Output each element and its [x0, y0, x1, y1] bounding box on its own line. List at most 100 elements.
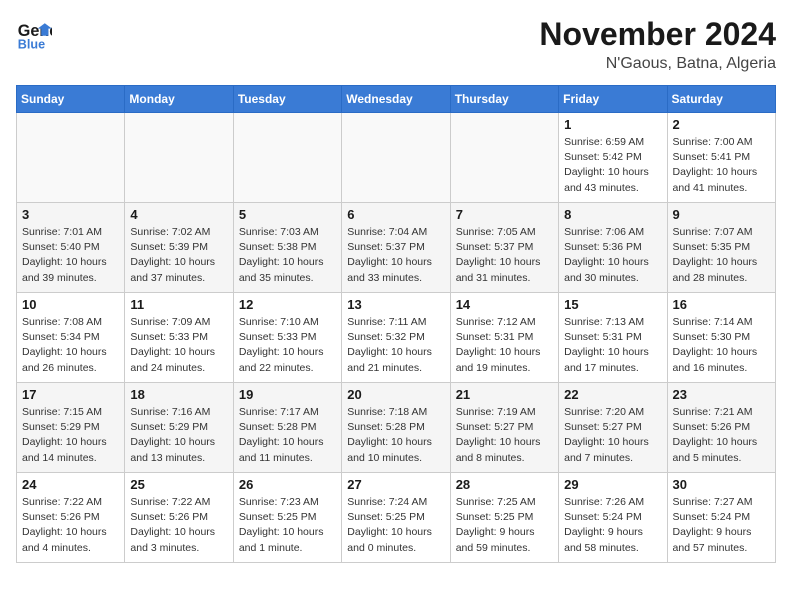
day-number: 5: [239, 207, 336, 222]
day-info: Sunrise: 7:07 AMSunset: 5:35 PMDaylight:…: [673, 225, 770, 286]
day-number: 10: [22, 297, 119, 312]
day-info: Sunrise: 7:26 AMSunset: 5:24 PMDaylight:…: [564, 495, 661, 556]
calendar-cell: 6 Sunrise: 7:04 AMSunset: 5:37 PMDaylight…: [342, 203, 450, 293]
calendar-cell: 27 Sunrise: 7:24 AMSunset: 5:25 PMDayligh…: [342, 473, 450, 563]
day-number: 2: [673, 117, 770, 132]
day-number: 11: [130, 297, 227, 312]
calendar-cell: 13 Sunrise: 7:11 AMSunset: 5:32 PMDayligh…: [342, 293, 450, 383]
day-number: 6: [347, 207, 444, 222]
calendar-cell: 22 Sunrise: 7:20 AMSunset: 5:27 PMDayligh…: [559, 383, 667, 473]
calendar-cell: 9 Sunrise: 7:07 AMSunset: 5:35 PMDaylight…: [667, 203, 775, 293]
title-area: November 2024 N'Gaous, Batna, Algeria: [539, 16, 776, 73]
day-info: Sunrise: 7:02 AMSunset: 5:39 PMDaylight:…: [130, 225, 227, 286]
logo-icon: General Blue: [16, 16, 52, 52]
day-info: Sunrise: 7:17 AMSunset: 5:28 PMDaylight:…: [239, 405, 336, 466]
calendar-cell: 8Sunrise: 7:06 AMSunset: 5:36 PMDaylight…: [559, 203, 667, 293]
day-info: Sunrise: 7:24 AMSunset: 5:25 PMDaylight:…: [347, 495, 444, 556]
day-info: Sunrise: 7:21 AMSunset: 5:26 PMDaylight:…: [673, 405, 770, 466]
calendar-cell: [17, 113, 125, 203]
calendar-cell: [125, 113, 233, 203]
day-number: 12: [239, 297, 336, 312]
day-info: Sunrise: 7:22 AMSunset: 5:26 PMDaylight:…: [130, 495, 227, 556]
day-number: 30: [673, 477, 770, 492]
day-number: 16: [673, 297, 770, 312]
month-title: November 2024: [539, 16, 776, 53]
calendar-cell: 3 Sunrise: 7:01 AMSunset: 5:40 PMDaylight…: [17, 203, 125, 293]
day-info: Sunrise: 7:09 AMSunset: 5:33 PMDaylight:…: [130, 315, 227, 376]
day-info: Sunrise: 7:16 AMSunset: 5:29 PMDaylight:…: [130, 405, 227, 466]
calendar-cell: 28Sunrise: 7:25 AMSunset: 5:25 PMDayligh…: [450, 473, 558, 563]
day-number: 14: [456, 297, 553, 312]
calendar-cell: 4 Sunrise: 7:02 AMSunset: 5:39 PMDaylight…: [125, 203, 233, 293]
calendar-cell: 30 Sunrise: 7:27 AMSunset: 5:24 PMDayligh…: [667, 473, 775, 563]
day-info: Sunrise: 6:59 AMSunset: 5:42 PMDaylight:…: [564, 135, 661, 196]
calendar-cell: 11 Sunrise: 7:09 AMSunset: 5:33 PMDayligh…: [125, 293, 233, 383]
calendar-cell: 24 Sunrise: 7:22 AMSunset: 5:26 PMDayligh…: [17, 473, 125, 563]
day-info: Sunrise: 7:12 AMSunset: 5:31 PMDaylight:…: [456, 315, 553, 376]
calendar-cell: 12 Sunrise: 7:10 AMSunset: 5:33 PMDayligh…: [233, 293, 341, 383]
calendar-cell: 17 Sunrise: 7:15 AMSunset: 5:29 PMDayligh…: [17, 383, 125, 473]
day-number: 18: [130, 387, 227, 402]
calendar-week-row: 24 Sunrise: 7:22 AMSunset: 5:26 PMDayligh…: [17, 473, 776, 563]
day-info: Sunrise: 7:15 AMSunset: 5:29 PMDaylight:…: [22, 405, 119, 466]
day-number: 1: [564, 117, 661, 132]
calendar-cell: 7Sunrise: 7:05 AMSunset: 5:37 PMDaylight…: [450, 203, 558, 293]
day-number: 21: [456, 387, 553, 402]
day-number: 15: [564, 297, 661, 312]
day-info: Sunrise: 7:00 AMSunset: 5:41 PMDaylight:…: [673, 135, 770, 196]
calendar-cell: 1 Sunrise: 6:59 AMSunset: 5:42 PMDaylight…: [559, 113, 667, 203]
calendar-cell: 16Sunrise: 7:14 AMSunset: 5:30 PMDayligh…: [667, 293, 775, 383]
weekday-header: Friday: [559, 86, 667, 113]
day-number: 3: [22, 207, 119, 222]
day-number: 26: [239, 477, 336, 492]
day-number: 9: [673, 207, 770, 222]
day-number: 19: [239, 387, 336, 402]
calendar-header-row: SundayMondayTuesdayWednesdayThursdayFrid…: [17, 86, 776, 113]
day-info: Sunrise: 7:27 AMSunset: 5:24 PMDaylight:…: [673, 495, 770, 556]
calendar-cell: 10Sunrise: 7:08 AMSunset: 5:34 PMDayligh…: [17, 293, 125, 383]
calendar-cell: 15 Sunrise: 7:13 AMSunset: 5:31 PMDayligh…: [559, 293, 667, 383]
day-info: Sunrise: 7:23 AMSunset: 5:25 PMDaylight:…: [239, 495, 336, 556]
day-number: 25: [130, 477, 227, 492]
day-number: 17: [22, 387, 119, 402]
calendar-week-row: 1 Sunrise: 6:59 AMSunset: 5:42 PMDaylight…: [17, 113, 776, 203]
calendar-cell: 14 Sunrise: 7:12 AMSunset: 5:31 PMDayligh…: [450, 293, 558, 383]
calendar-cell: 29 Sunrise: 7:26 AMSunset: 5:24 PMDayligh…: [559, 473, 667, 563]
day-info: Sunrise: 7:04 AMSunset: 5:37 PMDaylight:…: [347, 225, 444, 286]
calendar-cell: 23 Sunrise: 7:21 AMSunset: 5:26 PMDayligh…: [667, 383, 775, 473]
day-info: Sunrise: 7:19 AMSunset: 5:27 PMDaylight:…: [456, 405, 553, 466]
day-info: Sunrise: 7:01 AMSunset: 5:40 PMDaylight:…: [22, 225, 119, 286]
weekday-header: Thursday: [450, 86, 558, 113]
day-info: Sunrise: 7:20 AMSunset: 5:27 PMDaylight:…: [564, 405, 661, 466]
day-info: Sunrise: 7:10 AMSunset: 5:33 PMDaylight:…: [239, 315, 336, 376]
calendar-week-row: 10Sunrise: 7:08 AMSunset: 5:34 PMDayligh…: [17, 293, 776, 383]
day-number: 27: [347, 477, 444, 492]
day-number: 13: [347, 297, 444, 312]
calendar-week-row: 17 Sunrise: 7:15 AMSunset: 5:29 PMDayligh…: [17, 383, 776, 473]
calendar-cell: 26 Sunrise: 7:23 AMSunset: 5:25 PMDayligh…: [233, 473, 341, 563]
calendar-cell: [233, 113, 341, 203]
weekday-header: Sunday: [17, 86, 125, 113]
day-info: Sunrise: 7:03 AMSunset: 5:38 PMDaylight:…: [239, 225, 336, 286]
day-number: 7: [456, 207, 553, 222]
day-number: 8: [564, 207, 661, 222]
header: General Blue November 2024 N'Gaous, Batn…: [16, 16, 776, 73]
day-number: 20: [347, 387, 444, 402]
day-number: 22: [564, 387, 661, 402]
day-info: Sunrise: 7:13 AMSunset: 5:31 PMDaylight:…: [564, 315, 661, 376]
calendar-cell: 21 Sunrise: 7:19 AMSunset: 5:27 PMDayligh…: [450, 383, 558, 473]
day-number: 23: [673, 387, 770, 402]
calendar-cell: 19 Sunrise: 7:17 AMSunset: 5:28 PMDayligh…: [233, 383, 341, 473]
calendar-week-row: 3 Sunrise: 7:01 AMSunset: 5:40 PMDaylight…: [17, 203, 776, 293]
location: N'Gaous, Batna, Algeria: [539, 55, 776, 73]
day-number: 24: [22, 477, 119, 492]
day-info: Sunrise: 7:22 AMSunset: 5:26 PMDaylight:…: [22, 495, 119, 556]
day-info: Sunrise: 7:11 AMSunset: 5:32 PMDaylight:…: [347, 315, 444, 376]
day-number: 29: [564, 477, 661, 492]
day-number: 4: [130, 207, 227, 222]
calendar-cell: 5 Sunrise: 7:03 AMSunset: 5:38 PMDaylight…: [233, 203, 341, 293]
calendar-cell: 2 Sunrise: 7:00 AMSunset: 5:41 PMDaylight…: [667, 113, 775, 203]
calendar: SundayMondayTuesdayWednesdayThursdayFrid…: [16, 85, 776, 563]
svg-text:Blue: Blue: [18, 37, 45, 51]
calendar-cell: 18 Sunrise: 7:16 AMSunset: 5:29 PMDayligh…: [125, 383, 233, 473]
